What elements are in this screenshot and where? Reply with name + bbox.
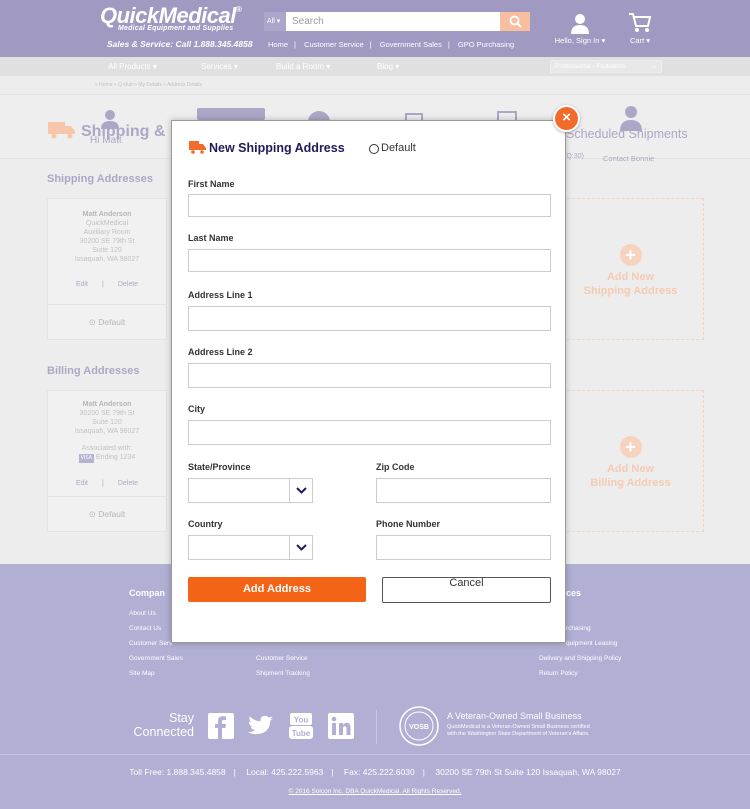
country-select[interactable] bbox=[188, 535, 313, 560]
state-select[interactable] bbox=[188, 478, 313, 503]
address-line-2-label: Address Line 2 bbox=[188, 347, 253, 357]
cancel-button[interactable]: Cancel bbox=[382, 577, 551, 603]
address-line-1-label: Address Line 1 bbox=[188, 290, 253, 300]
state-label: State/Province bbox=[188, 462, 251, 472]
city-field[interactable] bbox=[188, 420, 551, 445]
add-address-button[interactable]: Add Address bbox=[188, 577, 366, 602]
default-radio[interactable] bbox=[369, 144, 379, 154]
phone-number-label: Phone Number bbox=[376, 519, 441, 529]
city-label: City bbox=[188, 404, 206, 414]
close-icon[interactable]: × bbox=[553, 105, 580, 132]
zip-code-field[interactable] bbox=[376, 478, 551, 503]
phone-number-field[interactable] bbox=[376, 535, 551, 560]
truck-icon bbox=[189, 141, 206, 154]
first-name-field[interactable] bbox=[188, 194, 551, 217]
zip-code-label: Zip Code bbox=[376, 462, 415, 472]
chevron-down-icon bbox=[289, 536, 312, 559]
modal-title: New Shipping Address bbox=[209, 141, 345, 155]
address-line-1-field[interactable] bbox=[188, 306, 551, 331]
default-label: Default bbox=[381, 142, 416, 154]
new-address-modal: New Shipping Address Default First Name … bbox=[171, 120, 566, 643]
last-name-label: Last Name bbox=[188, 233, 234, 243]
chevron-down-icon bbox=[289, 479, 312, 502]
country-label: Country bbox=[188, 519, 223, 529]
last-name-field[interactable] bbox=[188, 249, 551, 272]
address-line-2-field[interactable] bbox=[188, 363, 551, 388]
first-name-label: First Name bbox=[188, 179, 235, 189]
